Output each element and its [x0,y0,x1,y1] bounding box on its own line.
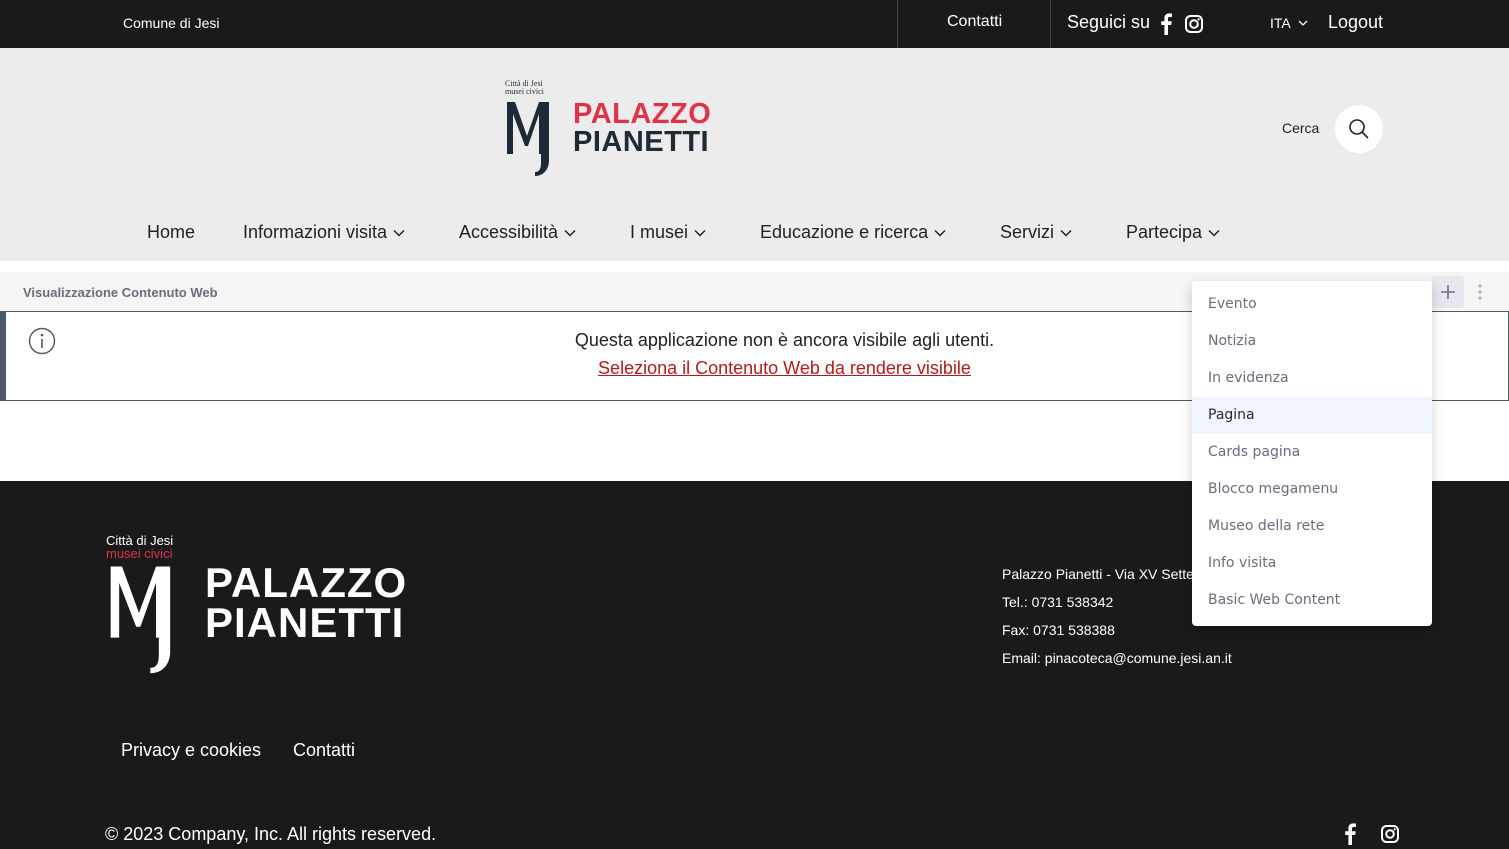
search-icon [1349,119,1369,139]
nav-education[interactable]: Educazione e ricerca [760,222,946,243]
dropdown-item-pagina[interactable]: Pagina [1192,397,1432,434]
instagram-icon[interactable] [1381,825,1399,843]
logout-link[interactable]: Logout [1328,12,1383,33]
site-logo[interactable]: Città di Jesi musei civici PALAZZO PIANE… [503,80,713,178]
nav-visit-info[interactable]: Informazioni visita [243,222,405,243]
add-content-button[interactable] [1432,276,1464,308]
nav-label: Accessibilità [459,222,559,242]
nav-participate[interactable]: Partecipa [1126,222,1220,243]
footer-logo-pianetti-text: PIANETTI [205,599,405,646]
chevron-down-icon [1208,230,1220,237]
contacts-link[interactable]: Contatti [947,13,1002,31]
dropdown-item-in-evidenza[interactable]: In evidenza [1192,360,1432,397]
footer-logo-museums-text: musei civici [106,546,173,561]
chevron-down-icon [1060,230,1072,237]
follow-label: Seguici su [1067,12,1151,32]
mj-monogram-icon [507,102,549,176]
nav-museums[interactable]: I musei [630,222,706,243]
top-bar: Comune di Jesi Contatti Seguici su ITA L… [0,0,1509,48]
facebook-icon[interactable] [1343,823,1357,845]
plus-icon [1441,285,1455,299]
footer-contacts-link[interactable]: Contatti [293,740,355,761]
footer-phone: Tel.: 0731 538342 [1002,594,1114,610]
dropdown-item-cards-pagina[interactable]: Cards pagina [1192,434,1432,471]
instagram-icon[interactable] [1185,15,1203,33]
footer-email[interactable]: Email: pinacoteca@comune.jesi.an.it [1002,650,1232,666]
search-button[interactable] [1335,105,1383,153]
nav-label: Partecipa [1126,222,1203,242]
dropdown-item-museo-della-rete[interactable]: Museo della rete [1192,508,1432,545]
nav-home[interactable]: Home [147,222,195,243]
site-header [0,48,1509,261]
dropdown-item-basic-web-content[interactable]: Basic Web Content [1192,582,1432,619]
chevron-down-icon [393,230,405,237]
nav-services[interactable]: Servizi [1000,222,1072,243]
search-label: Cerca [1282,120,1320,136]
privacy-link[interactable]: Privacy e cookies [121,740,261,761]
nav-label: I musei [630,222,689,242]
chevron-down-icon [694,230,706,237]
options-kebab-icon[interactable] [1476,283,1484,301]
divider [1050,0,1051,48]
dropdown-item-evento[interactable]: Evento [1192,286,1432,323]
divider [897,0,898,48]
footer-fax: Fax: 0731 538388 [1002,622,1115,638]
facebook-icon[interactable] [1159,13,1173,35]
logo-pianetti-text: PIANETTI [573,126,710,158]
city-label[interactable]: Comune di Jesi [123,15,220,31]
portlet-title: Visualizzazione Contenuto Web [23,285,218,300]
footer-logo[interactable]: Città di Jesi musei civici PALAZZO PIANE… [105,533,415,678]
dropdown-item-blocco-megamenu[interactable]: Blocco megamenu [1192,471,1432,508]
nav-accessibility[interactable]: Accessibilità [459,222,576,243]
nav-label: Educazione e ricerca [760,222,929,242]
mj-monogram-icon [110,566,171,674]
dropdown-item-info-visita[interactable]: Info visita [1192,545,1432,582]
chevron-down-icon [934,230,946,237]
copyright-text: © 2023 Company, Inc. All rights reserved… [105,824,437,844]
dropdown-item-notizia[interactable]: Notizia [1192,323,1432,360]
add-content-dropdown: Evento Notizia In evidenza Pagina Cards … [1192,281,1432,626]
nav-label: Home [147,222,196,242]
chevron-down-icon[interactable] [1298,19,1308,27]
chevron-down-icon [564,230,576,237]
nav-label: Servizi [1000,222,1055,242]
language-selector[interactable]: ITA [1270,15,1291,31]
nav-label: Informazioni visita [243,222,388,242]
